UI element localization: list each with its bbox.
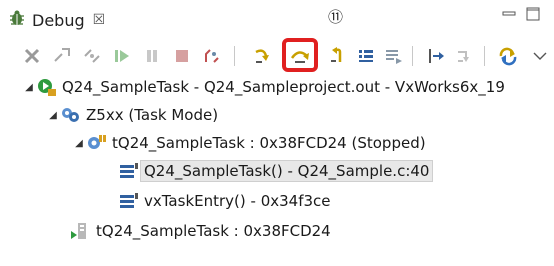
tree-row-target[interactable]: ◢ Z5xx (Task Mode) <box>46 102 218 128</box>
minimize-icon[interactable] <box>502 6 516 25</box>
tree-row-label: tQ24_SampleTask : 0x38FCD24 (Stopped) <box>112 134 426 152</box>
step-over-highlight <box>282 38 318 72</box>
disconnect-target-icon[interactable] <box>200 44 224 68</box>
drop-to-frame-icon[interactable] <box>452 44 476 68</box>
tree-row-task[interactable]: ◢ tQ24_SampleTask : 0x38FCD24 (Stopped) <box>72 130 426 156</box>
tree-row-label: Z5xx (Task Mode) <box>86 106 219 124</box>
task-icon <box>86 133 108 153</box>
stack-frame-icon <box>118 191 140 211</box>
step-into-icon[interactable] <box>250 44 274 68</box>
expand-icon[interactable]: ◢ <box>72 138 86 149</box>
callout-label: ⑪ <box>328 8 344 26</box>
tree-row-label: Q24_SampleTask - Q24_Sampleproject.out -… <box>62 78 505 96</box>
suspend-icon[interactable] <box>140 44 164 68</box>
view-tab-bar: Debug ☒ ⑪ <box>0 0 554 36</box>
launch-icon <box>36 77 58 97</box>
tab-debug[interactable]: Debug ☒ <box>8 6 105 34</box>
task-running-icon <box>70 221 92 241</box>
step-return-icon[interactable] <box>326 44 350 68</box>
terminate-icon[interactable] <box>170 44 194 68</box>
tree-row-launch[interactable]: ◢ Q24_SampleTask - Q24_Sampleproject.out… <box>22 74 505 100</box>
expand-icon[interactable]: ◢ <box>22 82 36 93</box>
resume-icon[interactable] <box>110 44 134 68</box>
disconnect-icon[interactable] <box>80 44 104 68</box>
close-icon[interactable]: ☒ <box>93 12 106 28</box>
stack-frame-icon <box>118 161 140 181</box>
tab-title: Debug <box>32 10 85 30</box>
tree-row-label: tQ24_SampleTask : 0x38FCD24 <box>96 222 331 240</box>
debug-toolbar <box>0 38 554 74</box>
target-icon <box>60 105 82 125</box>
expand-icon[interactable]: ◢ <box>46 110 60 121</box>
debug-icon <box>8 9 26 31</box>
maximize-icon[interactable] <box>526 6 540 25</box>
connect-icon[interactable] <box>50 44 74 68</box>
remove-terminated-icon[interactable] <box>20 44 44 68</box>
step-into-selection-icon[interactable] <box>424 44 448 68</box>
instruction-step-icon[interactable] <box>354 44 378 68</box>
tree-row-label: vxTaskEntry() - 0x34f3ce <box>144 192 331 210</box>
tree-row-label: Q24_SampleTask() - Q24_Sample.c:40 <box>140 160 434 182</box>
view-menu-icon[interactable] <box>528 44 552 68</box>
tree-row-task-running[interactable]: tQ24_SampleTask : 0x38FCD24 <box>70 218 331 244</box>
use-step-filters-icon[interactable] <box>382 44 406 68</box>
refresh-icon[interactable] <box>496 44 520 68</box>
tree-row-frame[interactable]: vxTaskEntry() - 0x34f3ce <box>118 188 331 214</box>
tree-row-frame-selected[interactable]: Q24_SampleTask() - Q24_Sample.c:40 <box>118 158 434 184</box>
